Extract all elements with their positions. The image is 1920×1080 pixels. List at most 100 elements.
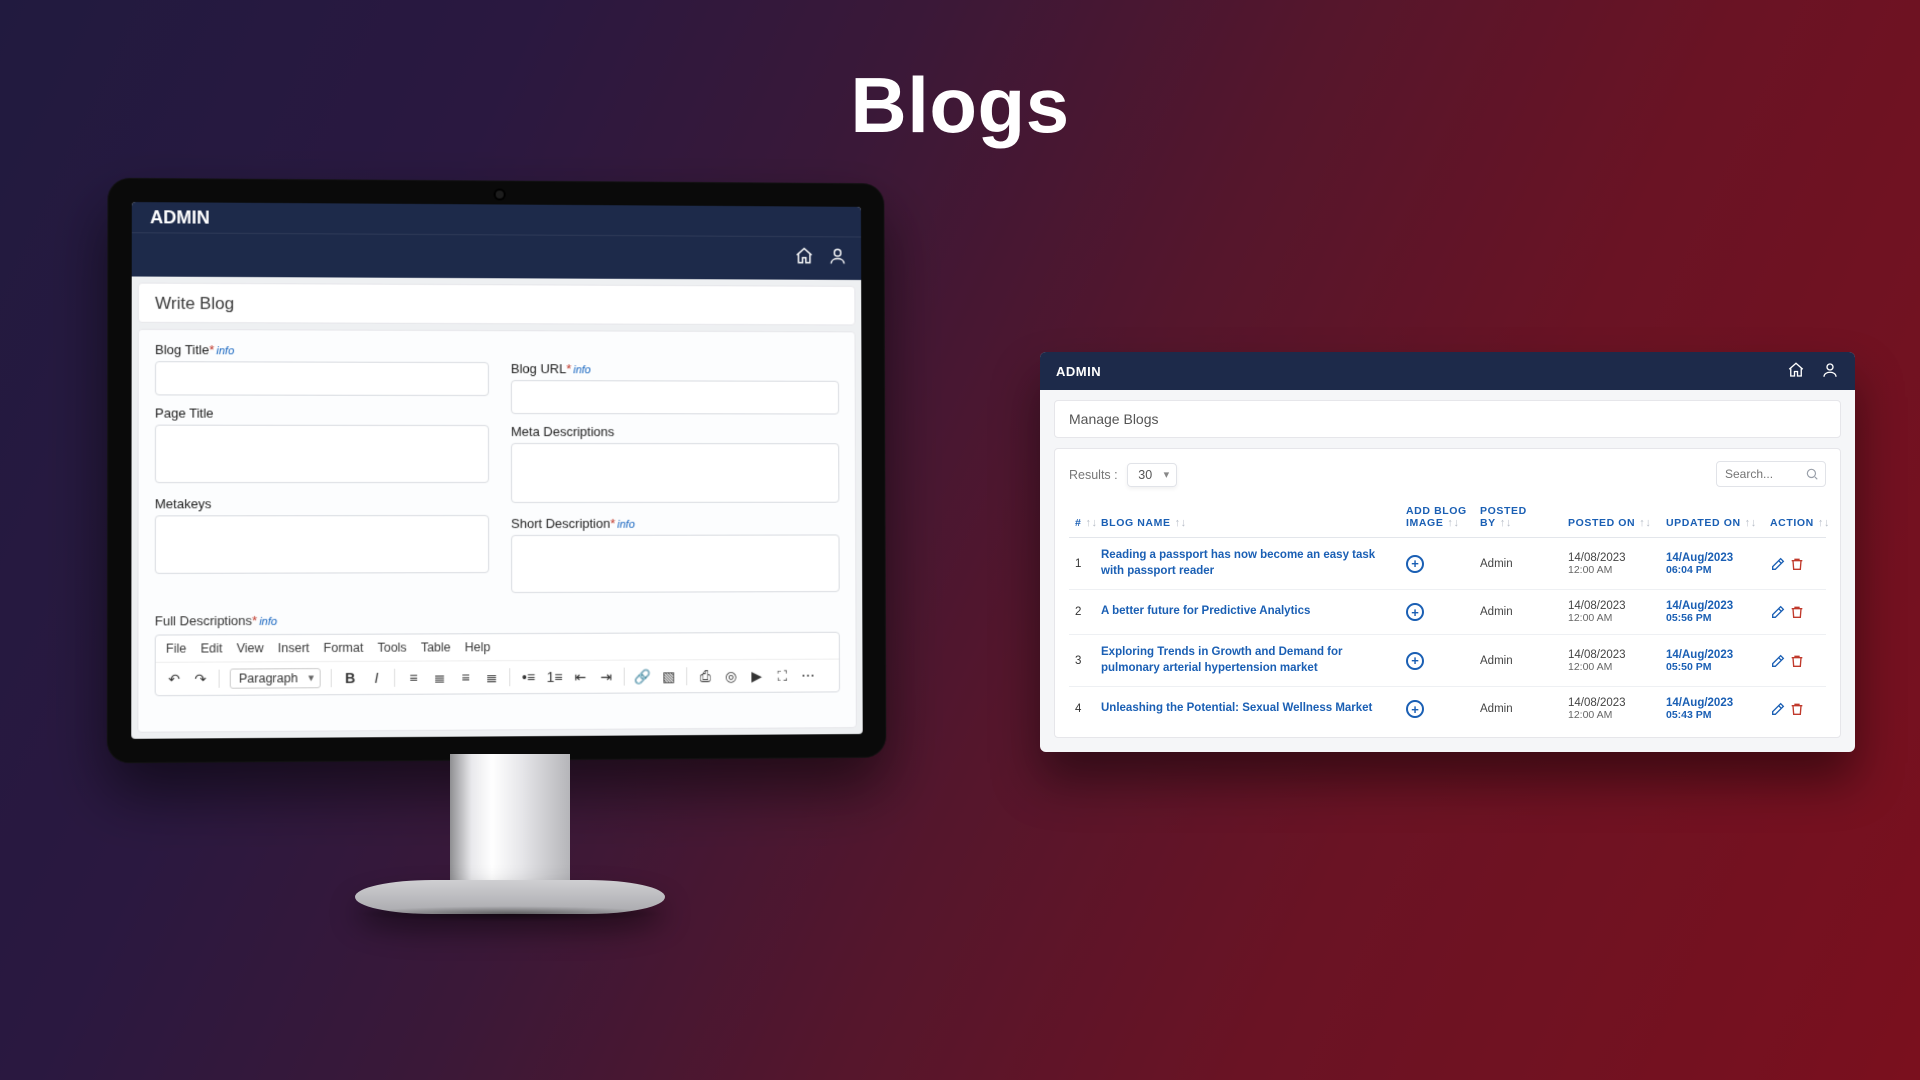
link-icon[interactable]: 🔗 [635, 668, 651, 684]
col-blog-name[interactable]: BLOG NAME↑↓ [1095, 497, 1400, 538]
blog-name-link[interactable]: A better future for Predictive Analytics [1101, 604, 1394, 620]
page-title-input[interactable] [155, 425, 489, 483]
posted-by: Admin [1474, 590, 1562, 635]
posted-on: 14/08/202312:00 AM [1562, 687, 1660, 732]
paragraph-select[interactable]: Paragraph [230, 668, 321, 689]
rte-toolbar: ↶ ↷ Paragraph B I ≡ ≣ ≡ [156, 660, 839, 696]
rte-menu-view[interactable]: View [237, 641, 264, 655]
blogs-table: #↑↓ BLOG NAME↑↓ ADD BLOG IMAGE↑↓ POSTED … [1069, 497, 1826, 731]
blog-title-input[interactable] [155, 361, 489, 396]
profile-icon[interactable] [1821, 361, 1839, 382]
add-image-button[interactable]: + [1406, 603, 1424, 621]
posted-on: 14/08/202312:00 AM [1562, 635, 1660, 687]
brand-label: ADMIN [1056, 364, 1101, 379]
toolbar-separator [624, 668, 625, 686]
redo-icon[interactable]: ↷ [192, 671, 208, 687]
row-index: 1 [1069, 538, 1095, 590]
profile-icon[interactable] [828, 246, 848, 271]
toolbar-separator [219, 670, 220, 688]
meta-desc-input[interactable] [511, 443, 839, 503]
rte-menu-tools[interactable]: Tools [377, 641, 406, 655]
edit-icon[interactable] [1770, 703, 1786, 715]
bullet-list-icon[interactable]: •≡ [521, 669, 537, 685]
home-icon[interactable] [794, 246, 814, 271]
short-desc-label: Short Description*info [511, 516, 635, 531]
col-index[interactable]: #↑↓ [1069, 497, 1095, 538]
edit-icon[interactable] [1770, 558, 1786, 570]
add-image-button[interactable]: + [1406, 700, 1424, 718]
home-icon[interactable] [1787, 361, 1805, 382]
edit-icon[interactable] [1770, 655, 1786, 667]
preview-icon[interactable]: ◎ [723, 668, 739, 684]
results-select[interactable]: 30 [1127, 463, 1177, 487]
toolbar-separator [510, 668, 511, 686]
italic-icon[interactable]: I [368, 670, 384, 686]
print-icon[interactable]: ⎙ [697, 668, 713, 684]
delete-icon[interactable] [1789, 703, 1805, 715]
undo-icon[interactable]: ↶ [166, 671, 182, 687]
blog-name-link[interactable]: Exploring Trends in Growth and Demand fo… [1101, 645, 1394, 676]
align-left-icon[interactable]: ≡ [406, 670, 422, 686]
indent-icon[interactable]: ⇥ [598, 669, 614, 685]
panel-heading: Manage Blogs [1054, 400, 1841, 438]
more-icon[interactable]: ⋯ [800, 668, 816, 684]
full-desc-label: Full Descriptions*info [155, 613, 277, 629]
rte-menu-table[interactable]: Table [421, 640, 451, 654]
posted-by: Admin [1474, 635, 1562, 687]
align-center-icon[interactable]: ≣ [432, 669, 448, 685]
rte-menu-insert[interactable]: Insert [278, 641, 310, 655]
posted-by: Admin [1474, 538, 1562, 590]
rte-menu-edit[interactable]: Edit [201, 641, 223, 655]
monitor-mockup: ADMIN Write Blog [110, 180, 910, 900]
col-updated-on[interactable]: UPDATED ON↑↓ [1660, 497, 1764, 538]
number-list-icon[interactable]: 1≡ [547, 669, 563, 685]
blog-name-link[interactable]: Reading a passport has now become an eas… [1101, 548, 1394, 579]
row-index: 4 [1069, 687, 1095, 732]
metakeys-label: Metakeys [155, 496, 211, 511]
add-image-button[interactable]: + [1406, 555, 1424, 573]
rich-text-editor: File Edit View Insert Format Tools Table… [155, 632, 840, 696]
toolbar-separator [331, 669, 332, 687]
col-posted-on[interactable]: POSTED ON↑↓ [1562, 497, 1660, 538]
table-row: 4 Unleashing the Potential: Sexual Wellne… [1069, 687, 1826, 732]
updated-on: 14/Aug/202306:04 PM [1660, 538, 1764, 590]
image-icon[interactable]: ▧ [661, 668, 677, 684]
metakeys-input[interactable] [155, 515, 489, 574]
blog-title-label: Blog Title*info [155, 342, 234, 357]
manage-blogs-card: ADMIN Manage Blogs Results : 30 [1040, 352, 1855, 752]
rte-menu-file[interactable]: File [166, 641, 186, 655]
updated-on: 14/Aug/202305:56 PM [1660, 590, 1764, 635]
table-row: 3Exploring Trends in Growth and Demand f… [1069, 635, 1826, 687]
short-desc-input[interactable] [511, 534, 840, 593]
toolbar-separator [394, 669, 395, 687]
camera-dot [496, 191, 504, 199]
edit-icon[interactable] [1770, 606, 1786, 618]
col-action[interactable]: ACTION↑↓ [1764, 497, 1826, 538]
rte-menu-help[interactable]: Help [465, 640, 491, 654]
delete-icon[interactable] [1789, 655, 1805, 667]
meta-desc-label: Meta Descriptions [511, 424, 614, 439]
col-posted-by[interactable]: POSTED BY↑↓ [1474, 497, 1562, 538]
row-index: 3 [1069, 635, 1095, 687]
monitor-bezel: ADMIN Write Blog [107, 178, 887, 764]
page-title: Blogs [0, 60, 1920, 151]
delete-icon[interactable] [1789, 558, 1805, 570]
write-blog-form: Blog Title*info Page Title Metakeys [137, 329, 856, 733]
add-image-button[interactable]: + [1406, 652, 1424, 670]
blog-url-input[interactable] [511, 380, 839, 414]
topbar: ADMIN [132, 202, 861, 236]
write-blog-screen: ADMIN Write Blog [131, 202, 862, 739]
col-add-image[interactable]: ADD BLOG IMAGE↑↓ [1400, 497, 1474, 538]
align-right-icon[interactable]: ≡ [458, 669, 474, 685]
fullscreen-icon[interactable]: ⛶ [774, 668, 790, 684]
rte-menu-format[interactable]: Format [324, 641, 364, 655]
delete-icon[interactable] [1789, 606, 1805, 618]
page-title-label: Page Title [155, 405, 214, 420]
outdent-icon[interactable]: ⇤ [572, 669, 588, 685]
blog-name-link[interactable]: Unleashing the Potential: Sexual Wellnes… [1101, 701, 1394, 717]
row-index: 2 [1069, 590, 1095, 635]
bold-icon[interactable]: B [342, 670, 358, 686]
align-justify-icon[interactable]: ≣ [484, 669, 500, 685]
blog-url-label: Blog URL*info [511, 361, 591, 376]
media-icon[interactable]: ▶ [749, 668, 765, 684]
